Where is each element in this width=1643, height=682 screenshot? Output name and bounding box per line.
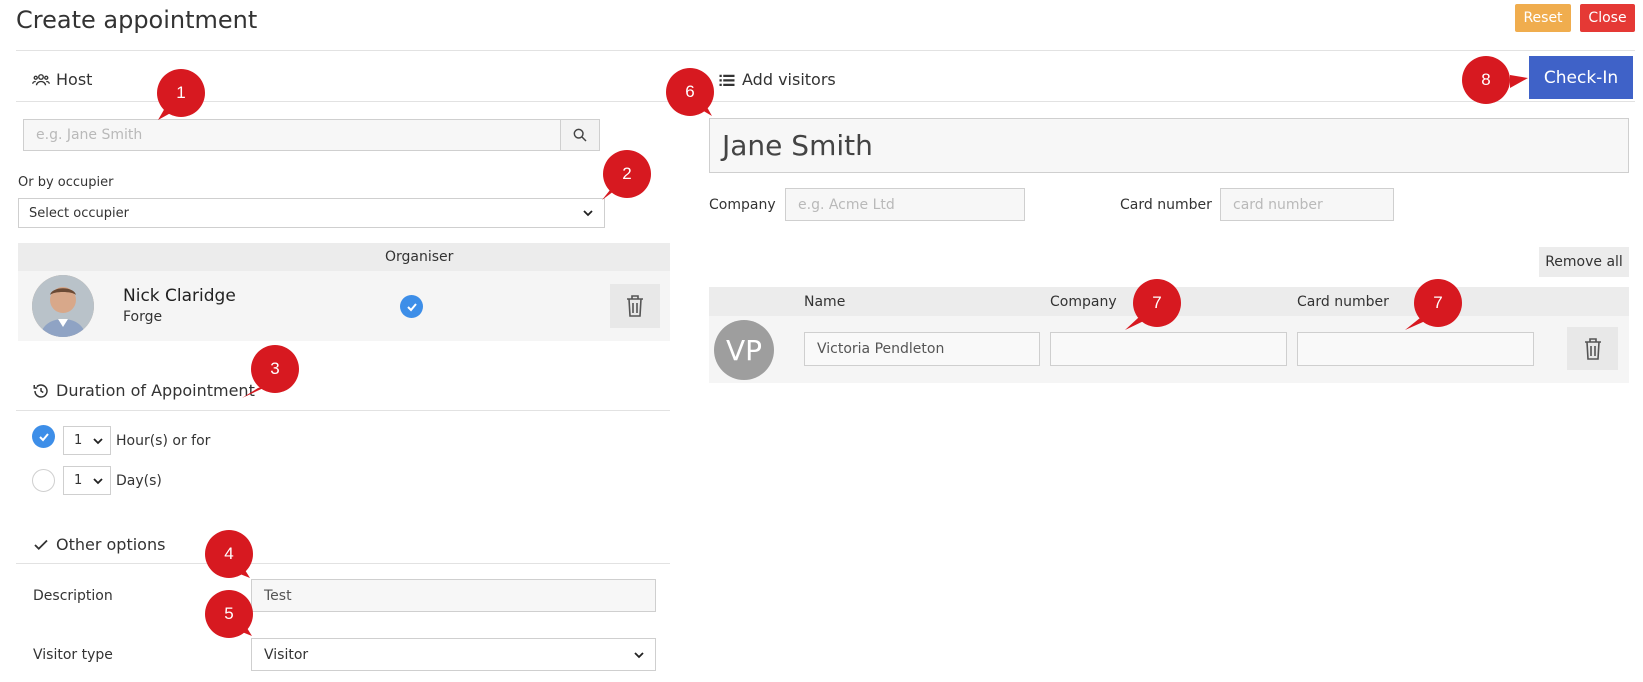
callout-2: 2 — [603, 150, 651, 198]
callout-4: 4 — [205, 530, 253, 578]
callout-7b: 7 — [1414, 279, 1462, 327]
callout-8: 8 — [1462, 56, 1510, 104]
callout-3: 3 — [251, 345, 299, 393]
callout-6: 6 — [666, 68, 714, 116]
callout-1: 1 — [157, 69, 205, 117]
callout-tails — [158, 75, 1528, 636]
callout-5: 5 — [205, 590, 253, 638]
callout-7a: 7 — [1133, 279, 1181, 327]
